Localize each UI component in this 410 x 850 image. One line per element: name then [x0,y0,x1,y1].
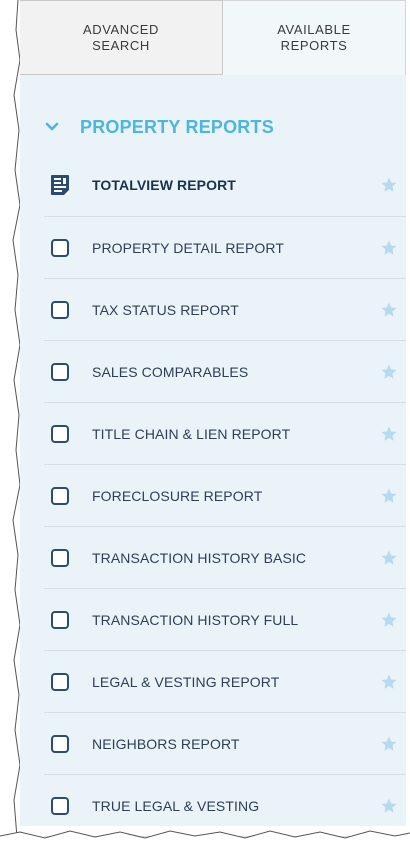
tab-bar: ADVANCED SEARCH AVAILABLE REPORTS [20,0,406,75]
tab-available-reports-line2: REPORTS [280,38,348,53]
report-label: PROPERTY DETAIL REPORT [92,240,285,256]
report-label: TITLE CHAIN & LIEN REPORT [92,426,291,442]
star-icon[interactable] [380,301,398,319]
report-row-transaction-history-full[interactable]: TRANSACTION HISTORY FULL [20,589,406,651]
report-checkbox[interactable] [51,239,69,257]
report-row-legal-vesting[interactable]: LEGAL & VESTING REPORT [20,651,406,713]
tab-available-reports[interactable]: AVAILABLE REPORTS [223,0,406,75]
report-row-sales-comparables[interactable]: SALES COMPARABLES [20,341,406,403]
star-icon[interactable] [380,797,398,815]
report-label: FORECLOSURE REPORT [92,488,263,504]
star-icon[interactable] [380,549,398,567]
report-checkbox[interactable] [51,487,69,505]
report-checkbox[interactable] [51,797,69,815]
tab-advanced-search-line2: SEARCH [92,37,150,53]
available-reports-content: PROPERTY REPORTS TOTALVIEW REPORT PROPER… [20,75,406,837]
report-label: TAX STATUS REPORT [92,302,239,318]
section-title: PROPERTY REPORTS [80,116,274,137]
chevron-down-icon [45,122,59,131]
report-checkbox[interactable] [51,611,69,629]
star-icon[interactable] [380,176,398,194]
report-row-transaction-history-basic[interactable]: TRANSACTION HISTORY BASIC [20,527,406,589]
star-icon[interactable] [380,735,398,753]
report-row-totalview[interactable]: TOTALVIEW REPORT [20,153,406,217]
report-checkbox[interactable] [51,363,69,381]
property-reports-section-toggle[interactable]: PROPERTY REPORTS [44,115,274,139]
report-label: TRUE LEGAL & VESTING [92,798,260,814]
star-icon[interactable] [380,673,398,691]
star-icon[interactable] [380,425,398,443]
report-row-property-detail[interactable]: PROPERTY DETAIL REPORT [20,217,406,279]
report-label: NEIGHBORS REPORT [92,736,240,752]
report-label: SALES COMPARABLES [92,364,249,380]
star-icon[interactable] [380,239,398,257]
report-checkbox[interactable] [51,735,69,753]
report-checkbox[interactable] [51,673,69,691]
tab-advanced-search[interactable]: ADVANCED SEARCH [20,0,223,75]
star-icon[interactable] [380,363,398,381]
report-label: TRANSACTION HISTORY FULL [92,612,299,628]
report-row-tax-status[interactable]: TAX STATUS REPORT [20,279,406,341]
report-checkbox[interactable] [51,425,69,443]
report-label: TOTALVIEW REPORT [92,177,236,193]
report-checkbox[interactable] [51,301,69,319]
report-checkbox[interactable] [51,549,69,567]
star-icon[interactable] [380,487,398,505]
report-row-title-chain-lien[interactable]: TITLE CHAIN & LIEN REPORT [20,403,406,465]
tab-available-reports-line1: AVAILABLE [277,22,351,37]
tab-advanced-search-line1: ADVANCED [82,21,160,37]
report-row-neighbors[interactable]: NEIGHBORS REPORT [20,713,406,775]
report-list: TOTALVIEW REPORT PROPERTY DETAIL REPORT … [20,153,406,837]
star-icon[interactable] [380,611,398,629]
report-label: TRANSACTION HISTORY BASIC [92,550,307,566]
report-row-foreclosure[interactable]: FORECLOSURE REPORT [20,465,406,527]
reports-panel: ADVANCED SEARCH AVAILABLE REPORTS PROPER… [20,0,406,837]
torn-edge-bottom [0,830,410,850]
report-document-icon [51,175,69,195]
report-label: LEGAL & VESTING REPORT [92,674,280,690]
